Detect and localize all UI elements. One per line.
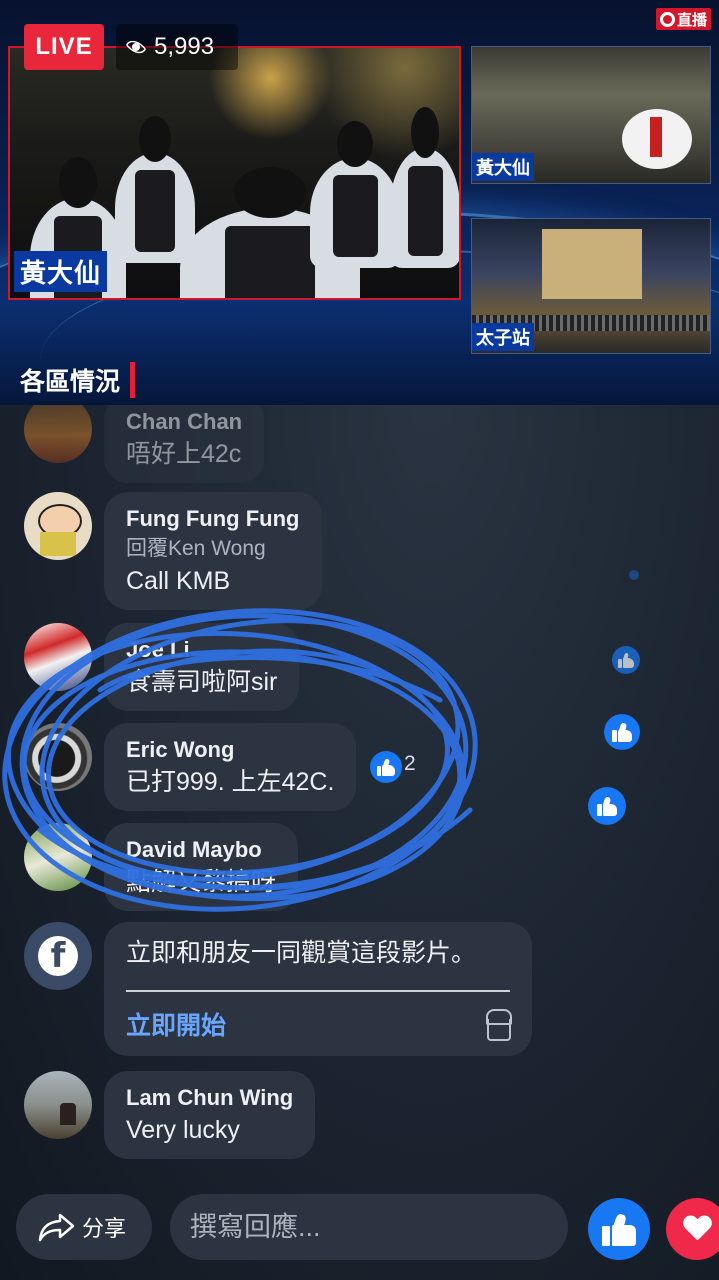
floating-like-icon: [604, 714, 640, 750]
comment-item[interactable]: Joe Li 食壽司啦阿sir: [24, 623, 300, 711]
comment-bubble[interactable]: Lam Chun Wing Very lucky: [104, 1071, 316, 1159]
commenter-name[interactable]: Fung Fung Fung: [126, 504, 300, 534]
comment-text: 食壽司啦阿sir: [126, 668, 278, 696]
comment-bubble[interactable]: Joe Li 食壽司啦阿sir: [104, 623, 300, 711]
heart-icon: [683, 1216, 711, 1242]
avatar[interactable]: [24, 492, 92, 560]
viewer-count: 5,993: [116, 24, 238, 70]
police-officer-figure: [310, 120, 400, 268]
divider: [126, 990, 510, 992]
like-reaction-button[interactable]: [588, 1198, 650, 1260]
commenter-name[interactable]: David Maybo: [126, 835, 276, 865]
commenter-name[interactable]: Joe Li: [126, 635, 277, 665]
commenter-name[interactable]: Lam Chun Wing: [126, 1083, 293, 1113]
bottom-action-bar: 分享: [0, 1186, 719, 1280]
comment-bubble[interactable]: Chan Chan 唔好上42c: [104, 405, 265, 483]
start-watch-party-button[interactable]: 立即開始: [126, 1006, 226, 1042]
thumbs-up-icon: [601, 1212, 637, 1247]
share-button[interactable]: 分享: [16, 1194, 152, 1260]
love-reaction-button[interactable]: [666, 1198, 719, 1260]
police-officer-figure: [390, 107, 459, 268]
district-title: 各區情況: [16, 362, 136, 398]
facebook-avatar: f: [24, 922, 92, 990]
comment-like-count: 2: [404, 752, 416, 775]
avatar[interactable]: [24, 623, 92, 691]
watch-together-prompt[interactable]: f 立即和朋友一同觀賞這段影片。 立即開始: [24, 922, 532, 1056]
avatar[interactable]: [24, 823, 92, 891]
popcorn-icon: [484, 1009, 512, 1041]
comment-like-reaction-icon[interactable]: [370, 751, 402, 783]
side-camera-feed: 太子站: [471, 218, 711, 354]
channel-logo-text: 直播: [676, 10, 707, 29]
comment-text: 已打999. 上左42C.: [126, 768, 335, 796]
watch-together-card[interactable]: 立即和朋友一同觀賞這段影片。 立即開始: [104, 922, 532, 1056]
channel-logo-ring-icon: [659, 11, 675, 27]
side-feed-location-label: 太子站: [472, 323, 534, 351]
main-camera-feed: 黃大仙: [8, 46, 461, 300]
facebook-icon: f: [38, 936, 78, 976]
live-video-player[interactable]: 黃大仙 黃大仙 太子站 LIVE 5,993 直播 各區情況: [0, 0, 719, 405]
side-camera-feed: 黃大仙: [471, 46, 711, 184]
comment-text: Call KMB: [126, 567, 231, 595]
main-feed-location-label: 黃大仙: [14, 251, 108, 292]
share-arrow-icon: [38, 1212, 76, 1242]
commenter-name[interactable]: Eric Wong: [126, 735, 334, 765]
side-feed-location-label: 黃大仙: [472, 153, 534, 181]
viewer-count-value: 5,993: [154, 33, 215, 60]
reply-to-label: 回覆Ken Wong: [126, 537, 266, 560]
building-figure: [542, 229, 642, 299]
avatar[interactable]: [24, 1071, 92, 1139]
comment-input[interactable]: [170, 1194, 568, 1260]
comment-item[interactable]: Lam Chun Wing Very lucky: [24, 1071, 316, 1159]
avatar[interactable]: [24, 723, 92, 791]
floating-like-icon: [588, 787, 626, 825]
comment-bubble[interactable]: Eric Wong 已打999. 上左42C.: [104, 723, 357, 811]
avatar[interactable]: [24, 405, 92, 463]
live-badge: LIVE: [24, 24, 104, 70]
comment-text: 唔好上42c: [126, 440, 242, 468]
comment-item[interactable]: Chan Chan 唔好上42c: [24, 405, 265, 483]
eye-icon: [124, 39, 148, 55]
comment-item[interactable]: Eric Wong 已打999. 上左42C.: [24, 723, 357, 811]
floating-like-icon: [629, 570, 639, 580]
helmet-figure: [622, 109, 692, 169]
comment-item[interactable]: Fung Fung Fung 回覆Ken Wong Call KMB: [24, 492, 322, 610]
comment-text: Very lucky: [126, 1116, 240, 1144]
watch-together-text: 立即和朋友一同觀賞這段影片。: [126, 939, 477, 967]
comment-item[interactable]: David Maybo 點解又黎搞呀: [24, 823, 299, 911]
comment-text: 點解又黎搞呀: [126, 868, 277, 896]
floating-like-icon: [612, 646, 640, 674]
police-officer-figure: [115, 115, 195, 263]
commenter-name[interactable]: Chan Chan: [126, 407, 242, 437]
share-label: 分享: [82, 1216, 127, 1241]
comment-bubble[interactable]: David Maybo 點解又黎搞呀: [104, 823, 299, 911]
comment-bubble[interactable]: Fung Fung Fung 回覆Ken Wong Call KMB: [104, 492, 322, 610]
channel-logo: 直播: [655, 8, 711, 30]
